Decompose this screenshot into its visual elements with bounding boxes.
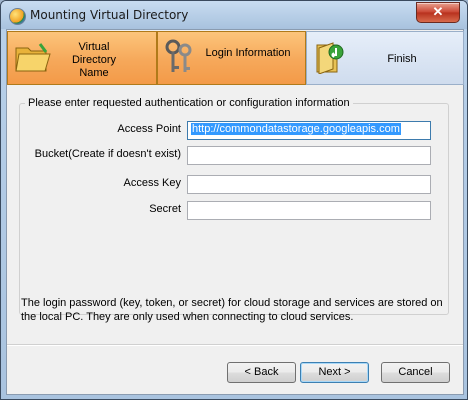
step-label-finish: Finish <box>387 53 417 65</box>
app-icon <box>9 8 26 25</box>
back-button[interactable]: < Back <box>227 362 296 383</box>
title-bar[interactable]: Mounting Virtual Directory ✕ <box>1 1 467 29</box>
storage-note: The login password (key, token, or secre… <box>21 297 443 323</box>
step-virtual-directory-name: Virtual Directory Name <box>7 31 157 85</box>
access-key-label: Access Key <box>123 177 181 189</box>
bucket-input[interactable] <box>187 146 431 165</box>
cancel-button[interactable]: Cancel <box>381 362 450 383</box>
window-title: Mounting Virtual Directory <box>30 8 189 22</box>
bucket-label: Bucket(Create if doesn't exist) <box>34 148 181 160</box>
dialog-client-area: Virtual Directory Name Login Information <box>6 29 464 395</box>
step-login-information: Login Information <box>157 31 306 85</box>
back-button-label: < Back <box>244 366 279 378</box>
keys-icon <box>164 38 194 79</box>
close-button[interactable]: ✕ <box>416 2 460 23</box>
dialog-window: Mounting Virtual Directory ✕ Virtual Dir… <box>0 0 468 400</box>
access-point-input[interactable]: http://commondatastorage.googleapis.com <box>187 121 431 140</box>
secret-input[interactable] <box>187 201 431 220</box>
next-button-label: Next > <box>318 366 351 378</box>
step-label-virtual-directory-name: Virtual Directory Name <box>71 41 116 79</box>
cancel-button-label: Cancel <box>398 366 433 378</box>
secret-label: Secret <box>149 203 181 215</box>
step-finish: Finish <box>306 31 464 85</box>
folder-open-icon <box>14 40 52 77</box>
step-label-login-information: Login Information <box>205 47 291 59</box>
access-point-value: http://commondatastorage.googleapis.com <box>191 123 401 135</box>
access-key-input[interactable] <box>187 175 431 194</box>
next-button[interactable]: Next > <box>300 362 369 383</box>
button-separator <box>7 344 463 346</box>
finish-folder-icon <box>315 40 345 77</box>
wizard-steps: Virtual Directory Name Login Information <box>7 30 464 86</box>
access-point-label: Access Point <box>117 123 181 135</box>
form-legend: Please enter requested authentication or… <box>25 97 353 109</box>
